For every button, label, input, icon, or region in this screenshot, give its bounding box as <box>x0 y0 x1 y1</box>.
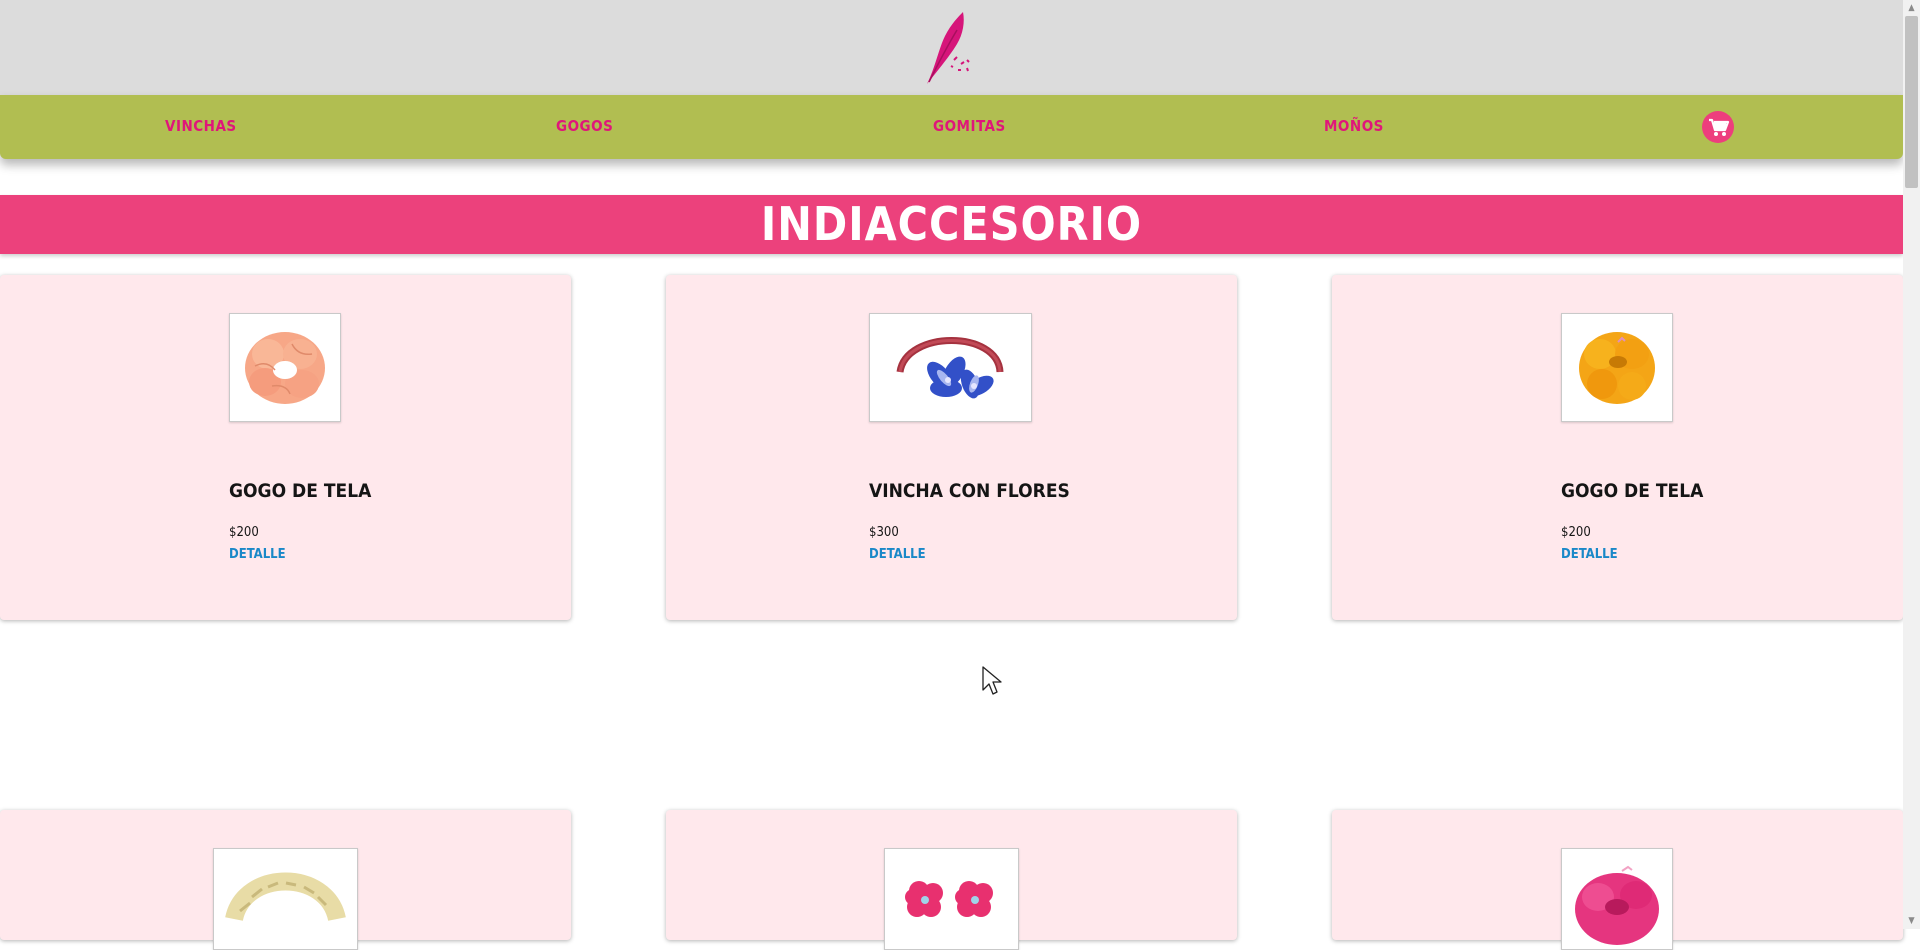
peach-scrunchie-image <box>245 332 325 404</box>
product-image[interactable] <box>1561 313 1673 422</box>
product-image[interactable] <box>884 848 1019 950</box>
main-navigation: VINCHAS GOGOS GOMITAS MOÑOS <box>0 95 1903 159</box>
headband-blue-flowers-image <box>896 337 1004 399</box>
product-detail-link[interactable]: DETALLE <box>869 547 926 562</box>
product-image[interactable] <box>229 313 341 422</box>
product-image[interactable] <box>1561 848 1673 950</box>
product-detail-link[interactable]: DETALLE <box>1561 547 1618 562</box>
product-price: $200 <box>1561 525 1591 540</box>
product-card: GOGO DE TELA $200 DETALLE <box>1332 275 1903 620</box>
product-card <box>666 810 1237 950</box>
scroll-up-icon[interactable]: ▲ <box>1903 0 1920 16</box>
braided-headband-image <box>225 872 346 922</box>
scrollbar-thumb[interactable] <box>1905 16 1918 188</box>
product-detail-link[interactable]: DETALLE <box>229 547 286 562</box>
cart-icon <box>1709 118 1730 136</box>
product-card: GOGO DE TELA $200 DETALLE <box>0 275 571 620</box>
nav-item-monos[interactable]: MOÑOS <box>1324 117 1384 135</box>
mouse-cursor-icon <box>982 666 1002 695</box>
pink-scrunchie-image <box>1575 865 1659 945</box>
top-header <box>0 0 1903 95</box>
product-image[interactable] <box>213 848 358 950</box>
product-card <box>0 810 571 950</box>
yellow-scrunchie-image <box>1579 332 1655 404</box>
product-title: GOGO DE TELA <box>1561 480 1704 502</box>
product-title: VINCHA CON FLORES <box>869 480 1070 502</box>
vertical-scrollbar[interactable]: ▲ ▼ <box>1903 0 1920 929</box>
scroll-down-icon[interactable]: ▼ <box>1903 913 1920 929</box>
product-card: VINCHA CON FLORES $300 DETALLE <box>666 275 1237 620</box>
nav-item-vinchas[interactable]: VINCHAS <box>165 117 237 135</box>
nav-item-gomitas[interactable]: GOMITAS <box>933 117 1006 135</box>
nav-item-gogos[interactable]: GOGOS <box>556 117 613 135</box>
product-title: GOGO DE TELA <box>229 480 372 502</box>
product-price: $200 <box>229 525 259 540</box>
cart-button[interactable] <box>1702 111 1734 143</box>
feather-logo-icon[interactable] <box>917 8 979 88</box>
product-price: $300 <box>869 525 899 540</box>
store-title-banner: INDIACCESORIO <box>0 195 1903 254</box>
product-card <box>1332 810 1903 950</box>
pink-flower-clips-image <box>905 881 993 917</box>
product-image[interactable] <box>869 313 1032 422</box>
